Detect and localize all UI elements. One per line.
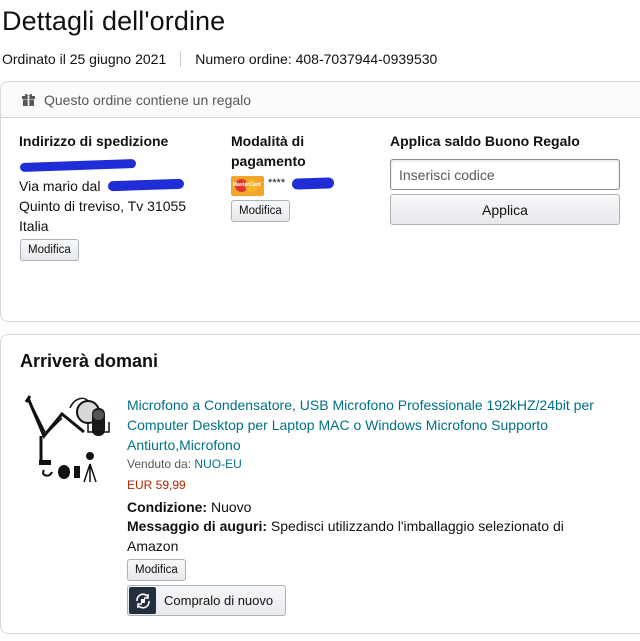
card-mask: **** xyxy=(268,177,286,189)
buy-again-label: Compralo di nuovo xyxy=(164,593,274,608)
sold-by-label: Venduto da: xyxy=(127,457,192,471)
condition-value: Nuovo xyxy=(211,499,252,515)
buy-again-button[interactable]: Compralo di nuovo xyxy=(127,585,286,616)
edit-shipping-button[interactable]: Modifica xyxy=(20,239,79,261)
apply-button[interactable]: Applica xyxy=(390,194,620,225)
gift-balance-heading: Applica saldo Buono Regalo xyxy=(390,133,580,149)
order-meta: Ordinato il 25 giugno 2021 Numero ordine… xyxy=(2,51,437,67)
gift-banner-text: Questo ordine contiene un regalo xyxy=(44,91,252,108)
shipping-address: Via mario dal Quinto di treviso, Tv 3105… xyxy=(19,156,186,236)
address-line: Italia xyxy=(19,218,49,234)
page-title: Dettagli dell'ordine xyxy=(2,6,226,36)
condition: Condizione: Nuovo xyxy=(127,497,251,517)
gift-banner: Questo ordine contiene un regalo xyxy=(1,82,640,118)
seller-info: Venduto da: NUO-EU xyxy=(127,457,242,471)
product-image[interactable] xyxy=(22,392,122,488)
product-title-link[interactable]: Microfono a Condensatore, USB Microfono … xyxy=(127,395,627,455)
product-price: EUR 59,99 xyxy=(127,478,186,492)
divider xyxy=(180,51,182,67)
shipping-heading: Indirizzo di spedizione xyxy=(19,133,169,149)
edit-payment-button[interactable]: Modifica xyxy=(231,200,290,222)
gift-icon xyxy=(22,93,35,106)
payment-heading: Modalità di pagamento xyxy=(231,133,306,169)
mastercard-icon: MasterCard xyxy=(231,176,264,196)
condition-label: Condizione: xyxy=(127,499,208,515)
edit-gift-message-button[interactable]: Modifica xyxy=(127,559,186,581)
seller-link[interactable]: NUO-EU xyxy=(194,457,241,471)
order-date: Ordinato il 25 giugno 2021 xyxy=(2,51,167,67)
redaction-mark xyxy=(291,177,335,190)
gift-code-input[interactable] xyxy=(390,159,620,190)
gift-message: Messaggio di auguri: Spedisci utilizzand… xyxy=(127,516,597,556)
gift-message-label: Messaggio di auguri: xyxy=(127,518,268,534)
address-line: Quinto di treviso, Tv 31055 xyxy=(19,198,187,214)
delivery-heading: Arriverà domani xyxy=(20,351,159,371)
order-number: Numero ordine: 408-7037944-0939530 xyxy=(195,51,438,67)
buy-again-icon xyxy=(129,587,156,614)
